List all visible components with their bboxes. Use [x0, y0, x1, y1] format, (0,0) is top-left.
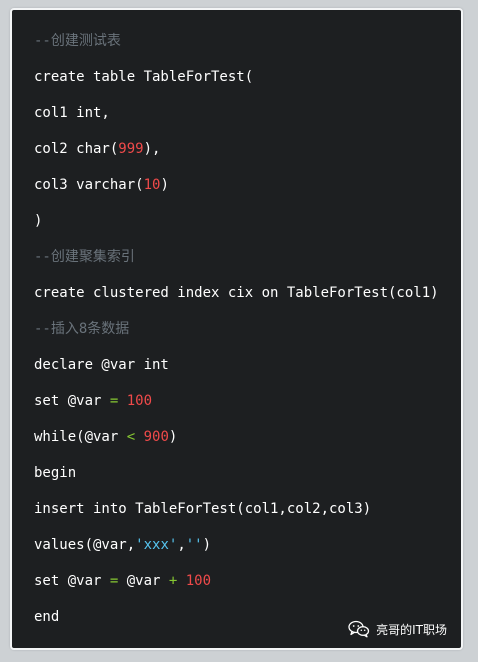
code-operator: <: [126, 429, 136, 445]
code-line: insert into TableForTest(col1,col2,col3): [34, 496, 451, 532]
code-number: 999: [118, 141, 144, 157]
code-text: ),: [143, 141, 161, 157]
code-line: create table TableForTest(: [34, 64, 451, 100]
code-line: set @var = @var + 100: [34, 568, 451, 604]
code-line: col1 int,: [34, 100, 451, 136]
code-line: col2 char(999),: [34, 136, 451, 172]
code-string: '': [185, 537, 203, 553]
watermark-text: 亮哥的IT职场: [376, 622, 447, 637]
code-text: ): [202, 537, 212, 553]
code-lines: --创建测试表 create table TableForTest( col1 in…: [34, 28, 451, 640]
code-text: declare @var int: [34, 357, 169, 373]
code-line: while(@var < 900): [34, 424, 451, 460]
code-line: begin: [34, 460, 451, 496]
code-text: values(@var,: [34, 537, 136, 553]
code-comment: --创建聚集索引: [34, 249, 135, 265]
wechat-icon: [348, 620, 370, 638]
code-line: --创建测试表: [34, 28, 451, 64]
code-comment: --创建测试表: [34, 33, 121, 49]
code-text: create clustered index cix on TableForTe…: [34, 285, 439, 301]
code-line: --创建聚集索引: [34, 244, 451, 280]
watermark: 亮哥的IT职场: [348, 620, 447, 638]
code-line: create clustered index cix on TableForTe…: [34, 280, 451, 316]
code-text: end: [34, 609, 60, 625]
code-text: while(@var: [34, 429, 127, 445]
code-number: 900: [143, 429, 169, 445]
code-line: set @var = 100: [34, 388, 451, 424]
code-text: col1 int,: [34, 105, 110, 121]
code-text: create table TableForTest(: [34, 69, 254, 85]
code-text: col3 varchar(: [34, 177, 144, 193]
code-text: ,: [177, 537, 186, 553]
code-string: 'xxx': [135, 537, 178, 553]
code-line: ): [34, 208, 451, 244]
code-text: begin: [34, 465, 77, 481]
code-number: 100: [126, 393, 153, 409]
code-text: set @var: [34, 393, 110, 409]
code-number: 10: [143, 177, 161, 193]
code-text: col2 char(: [34, 141, 119, 157]
code-text: insert into TableForTest(col1,col2,col3): [34, 501, 372, 517]
code-number: 100: [185, 573, 212, 589]
code-comment: --插入8条数据: [34, 321, 130, 337]
code-text: ): [160, 177, 169, 193]
code-text: ): [168, 429, 178, 445]
code-line: values(@var,'xxx',''): [34, 532, 451, 568]
code-text: ): [34, 213, 43, 229]
code-line: declare @var int: [34, 352, 451, 388]
code-block: --创建测试表 create table TableForTest( col1 in…: [10, 8, 463, 650]
code-text: set @var: [34, 573, 110, 589]
code-text: @var: [118, 573, 169, 589]
code-line: col3 varchar(10): [34, 172, 451, 208]
code-line: --插入8条数据: [34, 316, 451, 352]
